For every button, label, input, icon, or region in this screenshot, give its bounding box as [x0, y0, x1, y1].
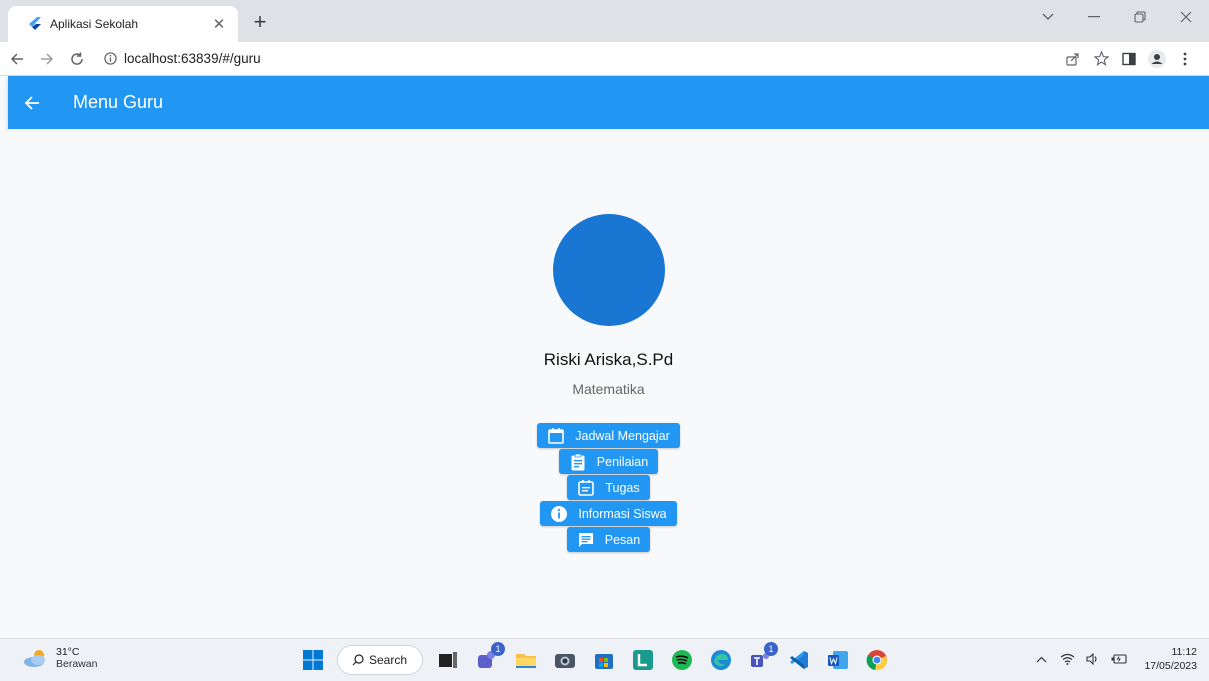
teams-icon[interactable]: 1: [745, 642, 778, 675]
clipboard-icon: [569, 453, 587, 471]
window-controls: [1025, 0, 1209, 34]
teacher-name: Riski Ariska,S.Pd: [543, 350, 674, 369]
browser-tab[interactable]: Aplikasi Sekolah ✕: [8, 6, 238, 42]
menu-label: Jadwal Mengajar: [575, 428, 670, 443]
tab-title: Aplikasi Sekolah: [50, 17, 139, 31]
volume-icon[interactable]: [1082, 648, 1104, 670]
search-label: Search: [369, 653, 408, 667]
share-icon[interactable]: [1059, 45, 1087, 73]
restore-icon[interactable]: [1117, 0, 1163, 34]
forward-icon[interactable]: [34, 46, 60, 72]
menu-label: Penilaian: [596, 454, 649, 469]
address-bar[interactable]: localhost:63839/#/guru: [102, 45, 1059, 73]
event-note-icon: [577, 479, 595, 497]
store-app-icon[interactable]: [589, 645, 619, 675]
wifi-icon[interactable]: [1056, 648, 1078, 670]
system-clock[interactable]: 11:12 17/05/2023: [1144, 645, 1197, 673]
browser-toolbar: localhost:63839/#/guru: [0, 42, 1209, 76]
notification-badge-icon: 1: [764, 642, 778, 656]
menu-label: Pesan: [604, 532, 641, 547]
cloud-sun-icon: [22, 647, 50, 669]
flutter-favicon-icon: [28, 17, 42, 31]
teacher-menu: Jadwal Mengajar Penilaian Tugas Informas…: [8, 423, 1209, 553]
teams-chat-icon[interactable]: 1: [472, 642, 505, 675]
word-icon[interactable]: [823, 645, 853, 675]
site-info-icon[interactable]: [102, 51, 118, 67]
bookmark-star-icon[interactable]: [1087, 45, 1115, 73]
taskbar-apps: Search 1 1: [298, 642, 901, 675]
clock-date: 17/05/2023: [1144, 660, 1197, 672]
penilaian-button[interactable]: Penilaian: [558, 449, 659, 474]
tugas-button[interactable]: Tugas: [567, 475, 650, 500]
toolbar-actions: [1059, 45, 1199, 73]
spotify-icon[interactable]: [667, 645, 697, 675]
l-app-icon[interactable]: [628, 645, 658, 675]
informasi-siswa-button[interactable]: Informasi Siswa: [540, 501, 677, 526]
calendar-icon: [547, 427, 565, 445]
teacher-subject: Matematika: [572, 381, 645, 397]
weather-desc: Berawan: [56, 658, 98, 670]
minimize-icon[interactable]: [1071, 0, 1117, 34]
page-title: Menu Guru: [73, 92, 164, 112]
message-icon: [577, 531, 595, 549]
info-icon: [550, 505, 568, 523]
chevron-up-icon[interactable]: [1030, 648, 1052, 670]
url-text: localhost:63839/#/guru: [124, 51, 261, 66]
taskbar-search[interactable]: Search: [337, 645, 423, 675]
battery-icon[interactable]: [1108, 648, 1130, 670]
menu-label: Informasi Siswa: [578, 506, 667, 521]
reload-icon[interactable]: [64, 46, 90, 72]
menu-label: Tugas: [605, 480, 640, 495]
windows-start-icon[interactable]: [298, 645, 328, 675]
weather-widget[interactable]: 31°C Berawan: [22, 646, 97, 670]
main-content: Riski Ariska,S.Pd Matematika Jadwal Meng…: [8, 129, 1209, 638]
jadwal-mengajar-button[interactable]: Jadwal Mengajar: [537, 423, 680, 448]
profile-avatar-icon[interactable]: [1143, 45, 1171, 73]
weather-temp: 31°C: [56, 646, 80, 658]
camera-app-icon[interactable]: [550, 645, 580, 675]
back-icon[interactable]: [4, 46, 30, 72]
file-explorer-icon[interactable]: [511, 645, 541, 675]
side-panel-icon[interactable]: [1115, 45, 1143, 73]
task-view-icon[interactable]: [433, 645, 463, 675]
vscode-icon[interactable]: [784, 645, 814, 675]
pesan-button[interactable]: Pesan: [566, 527, 651, 552]
system-tray: 11:12 17/05/2023: [1030, 645, 1197, 673]
new-tab-button[interactable]: +: [246, 9, 274, 37]
close-window-icon[interactable]: [1163, 0, 1209, 34]
chrome-icon[interactable]: [862, 645, 892, 675]
app-back-arrow-icon[interactable]: [8, 79, 56, 127]
avatar: [553, 214, 665, 326]
notification-badge-icon: 1: [491, 642, 505, 656]
clock-time: 11:12: [1171, 646, 1198, 658]
browser-tab-strip: Aplikasi Sekolah ✕ +: [0, 0, 1209, 42]
edge-browser-icon[interactable]: [706, 645, 736, 675]
search-icon: [352, 654, 364, 666]
tab-close-icon[interactable]: ✕: [210, 15, 228, 33]
app-bar: Menu Guru: [8, 76, 1209, 129]
tab-search-icon[interactable]: [1025, 0, 1071, 34]
menu-kebab-icon[interactable]: [1171, 45, 1199, 73]
windows-taskbar: 31°C Berawan Search 1 1 11:12 17/05/2023: [0, 638, 1209, 681]
